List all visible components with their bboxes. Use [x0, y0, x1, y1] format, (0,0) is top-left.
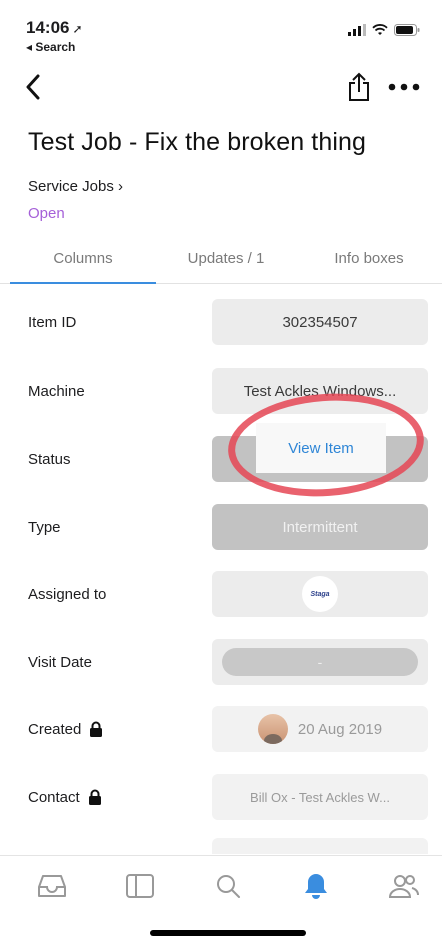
tab-bar-top: Columns Updates / 1 Info boxes	[0, 232, 442, 284]
workspaces-tab[interactable]	[120, 868, 160, 904]
status-time: 14:06 ➚	[26, 18, 83, 37]
search-icon	[217, 875, 240, 898]
visit-date-field[interactable]: -	[212, 639, 428, 685]
people-icon	[388, 875, 419, 898]
team-tab[interactable]	[384, 868, 424, 904]
type-label: Type	[28, 518, 61, 536]
created-label: Created	[28, 718, 103, 740]
back-to-app-link[interactable]: ◂ Search	[26, 40, 75, 54]
notifications-tab[interactable]	[296, 868, 336, 904]
more-options-button[interactable]	[384, 70, 424, 104]
bottom-tab-bar	[0, 855, 442, 917]
status-badge[interactable]: Open	[28, 205, 65, 222]
assigned-to-label: Assigned to	[28, 585, 107, 603]
assigned-to-field[interactable]: Staga	[212, 571, 428, 617]
status-bar: 14:06 ➚ ◂ Search	[0, 0, 442, 58]
machine-label: Machine	[28, 382, 85, 400]
visit-date-pill: -	[222, 648, 418, 676]
sidebar-panel-icon	[126, 874, 154, 898]
machine-field[interactable]: Test Ackles Windows...	[212, 368, 428, 414]
item-id-field[interactable]: 302354507	[212, 299, 428, 345]
lock-icon	[88, 789, 101, 805]
share-icon	[349, 72, 369, 101]
contact-field: Bill Ox - Test Ackles W...	[212, 774, 428, 820]
back-button[interactable]	[18, 70, 48, 104]
share-button[interactable]	[342, 70, 376, 104]
assignee-logo: Staga	[302, 576, 338, 612]
inbox-tab[interactable]	[32, 868, 72, 904]
visit-date-label: Visit Date	[28, 653, 92, 671]
ellipsis-icon	[388, 83, 420, 91]
page-title: Test Job - Fix the broken thing	[28, 128, 366, 156]
created-field: 20 Aug 2019	[212, 706, 428, 752]
item-id-label: Item ID	[28, 313, 77, 331]
battery-icon	[394, 24, 420, 36]
breadcrumb[interactable]: Service Jobs ›	[28, 178, 123, 195]
bell-icon	[305, 874, 327, 899]
view-item-button[interactable]: View Item	[256, 423, 386, 473]
contact-label: Contact	[28, 786, 102, 808]
type-field[interactable]: Intermittent	[212, 504, 428, 550]
next-field-partial	[212, 838, 428, 854]
chevron-left-icon	[26, 74, 40, 100]
home-indicator	[150, 930, 306, 936]
tab-updates[interactable]: Updates / 1	[156, 232, 296, 284]
active-tab-indicator	[10, 282, 156, 284]
lock-icon	[90, 721, 103, 737]
status-icons	[348, 24, 420, 36]
tab-columns[interactable]: Columns	[10, 232, 156, 284]
avatar	[257, 714, 288, 744]
navigation-bar	[0, 60, 442, 112]
inbox-icon	[38, 875, 66, 897]
tab-info-boxes[interactable]: Info boxes	[296, 232, 442, 284]
wifi-icon	[372, 24, 388, 35]
search-tab[interactable]	[208, 868, 248, 904]
signal-icon	[348, 24, 366, 36]
status-label: Status	[28, 450, 71, 468]
